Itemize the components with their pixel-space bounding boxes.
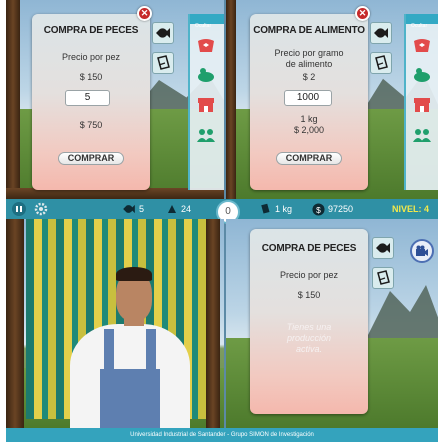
amount-value: 1 kg	[300, 114, 318, 124]
side-toolbar: Ocultar	[188, 14, 224, 190]
fish-tab-icon[interactable]	[372, 237, 394, 259]
svg-text:$: $	[316, 204, 321, 214]
fish-tank-icon[interactable]	[195, 34, 217, 56]
top-hud-bar: 5 24 0 1 kg $ 97250 NIVEL: 4	[6, 199, 438, 224]
buy-button[interactable]: COMPRAR	[58, 152, 124, 165]
fish-count: 5	[139, 204, 145, 214]
feed-counter: 24	[166, 199, 191, 219]
price-label-line2: de alimento	[285, 59, 333, 69]
store-icon[interactable]	[411, 94, 433, 116]
price-label: Precio por pez	[279, 270, 339, 280]
money-value: 97250	[328, 204, 354, 214]
price-label-line1: Precio por gramo	[274, 48, 344, 58]
food-stock: 1 kg	[258, 199, 292, 219]
food-stock-value: 1 kg	[275, 204, 293, 214]
fish-tab-icon[interactable]	[370, 22, 392, 44]
close-icon[interactable]: ✕	[355, 6, 370, 21]
quantity-input[interactable]: 1000	[284, 90, 332, 106]
turtle-icon[interactable]	[411, 64, 433, 86]
panel-title: COMPRA DE ALIMENTO	[253, 25, 365, 36]
people-icon[interactable]	[195, 124, 217, 146]
buy-button[interactable]: COMPRAR	[276, 152, 342, 165]
video-camera-icon	[416, 245, 428, 256]
price-label: Precio por pez	[61, 52, 121, 62]
price-value: $ 150	[297, 290, 321, 300]
fish-tab-icon[interactable]	[152, 22, 174, 44]
pause-icon[interactable]	[12, 199, 26, 219]
camera-button[interactable]	[410, 239, 434, 263]
scene-top-right: COMPRA DE ALIMENTO Precio por gramo de a…	[226, 0, 438, 199]
close-icon[interactable]: ✕	[137, 6, 152, 21]
active-production-note: Tienes una producción activa.	[286, 322, 332, 354]
fish-purchase-panel: COMPRA DE PECES Precio por pez $ 150 5 $…	[32, 14, 150, 190]
coin-icon: $	[312, 202, 325, 216]
scene-bottom-right: COMPRA DE PECES Precio por pez $ 150 Tie…	[226, 219, 438, 428]
game-viewport: COMPRA DE PECES Precio por pez $ 150 5 $…	[6, 0, 438, 442]
fish-icon	[123, 204, 135, 214]
fish-tank-icon[interactable]	[411, 34, 433, 56]
total-value: $ 2,000	[293, 125, 325, 135]
toolbar-header[interactable]: Ocultar	[406, 23, 427, 29]
food-bag-tab-icon[interactable]	[370, 52, 392, 74]
store-icon[interactable]	[195, 94, 217, 116]
food-purchase-panel: COMPRA DE ALIMENTO Precio por gramo de a…	[250, 14, 368, 190]
price-value: $ 2	[302, 72, 316, 82]
people-icon[interactable]	[411, 124, 433, 146]
feed-count: 24	[181, 204, 192, 214]
food-bag-tab-icon[interactable]	[372, 267, 394, 289]
scene-top-left: COMPRA DE PECES Precio por pez $ 150 5 $…	[6, 0, 224, 199]
price-value: $ 150	[79, 72, 103, 82]
food-bag-icon	[261, 203, 270, 214]
toolbar-header[interactable]: Ocultar	[190, 23, 211, 29]
settings-icon[interactable]	[34, 199, 48, 219]
panel-title: COMPRA DE PECES	[43, 25, 139, 36]
side-toolbar: Ocultar	[404, 14, 438, 190]
fish-counter: 5	[122, 199, 144, 219]
level-indicator: NIVEL: 4	[392, 204, 430, 214]
scene-bottom-left	[6, 219, 224, 428]
footer-credits: Universidad Industrial de Santander - Gr…	[6, 428, 438, 442]
food-bag-tab-icon[interactable]	[152, 52, 174, 74]
fish-purchase-blocked-panel: COMPRA DE PECES Precio por pez $ 150 Tie…	[250, 229, 368, 414]
total-value: $ 750	[79, 120, 103, 130]
quantity-input[interactable]: 5	[65, 90, 110, 106]
panel-title: COMPRA DE PECES	[261, 243, 357, 254]
turtle-icon[interactable]	[195, 64, 217, 86]
feed-icon	[168, 205, 176, 213]
money-display: $ 97250	[312, 199, 353, 219]
